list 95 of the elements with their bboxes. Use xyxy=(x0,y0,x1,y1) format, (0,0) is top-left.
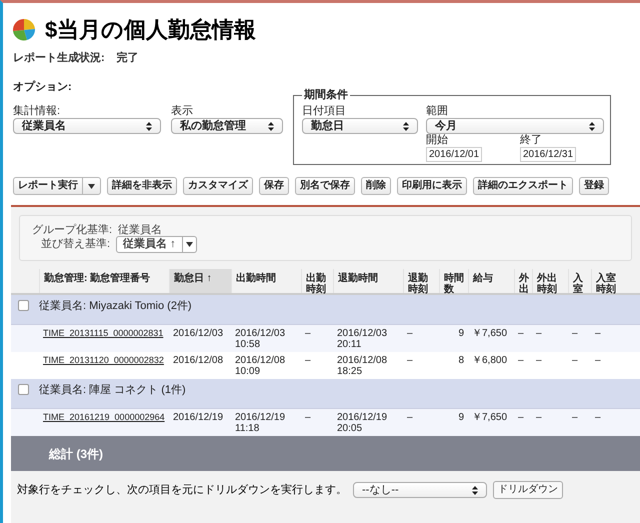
table-cell-text: ￥7,650 xyxy=(471,328,508,341)
record-link[interactable]: TIME_20131120_0000002832 xyxy=(39,355,169,379)
table-cell-text: – xyxy=(406,412,414,425)
field-label: 範囲 xyxy=(426,105,449,118)
toolbar-button[interactable]: カスタマイズ xyxy=(183,177,253,195)
status-value: 完了 xyxy=(116,50,139,66)
column-header[interactable]: 入室 xyxy=(568,269,591,293)
table-cell-text: – xyxy=(594,328,602,341)
table-cell-text: – xyxy=(406,328,414,341)
field-label: 表示 xyxy=(171,105,194,118)
group-label: 従業員名: Miyazaki Tomio (2件) xyxy=(39,300,192,314)
sort-field-button[interactable]: 従業員名 ↑ xyxy=(116,236,183,253)
run-report-button[interactable]: レポート実行 xyxy=(13,177,83,195)
table-cell-text: – xyxy=(594,355,602,368)
table-cell-text: 9 xyxy=(457,328,465,341)
table-cell-text: – xyxy=(535,328,543,341)
table-cell-text: – xyxy=(517,412,525,425)
column-header[interactable]: 給与 xyxy=(468,269,514,293)
table-cell-text: – xyxy=(594,412,602,425)
column-header[interactable]: 外出時刻 xyxy=(532,269,568,293)
table-cell-text: 2016/12/08 xyxy=(172,355,224,368)
column-header[interactable]: 出勤時間 xyxy=(231,269,301,293)
dropdown[interactable]: 勤怠日 xyxy=(302,118,418,134)
total-label: 総計 (3件) xyxy=(49,447,103,461)
field-label: 開始 xyxy=(426,134,449,147)
drilldown-instruction: 対象行をチェックし、次の項目を元にドリルダウンを実行します。 xyxy=(17,482,347,498)
date-field[interactable]: 2016/12/01 xyxy=(426,147,482,162)
column-header[interactable]: 退勤時間 xyxy=(333,269,403,293)
toolbar-button[interactable]: 詳細のエクスポート xyxy=(473,177,573,195)
table-cell-text: 2016/12/03 xyxy=(172,328,224,341)
table-cell-text: – xyxy=(304,328,312,341)
updown-arrows-icon xyxy=(146,122,152,130)
record-link[interactable]: TIME_20161219_0000002964 xyxy=(39,412,169,436)
table-cell-text: 8 xyxy=(457,355,465,368)
table-cell-text: – xyxy=(304,412,312,425)
sort-by-label: 並び替え基準: xyxy=(41,237,110,252)
column-header[interactable]: 勤怠日 ↑ xyxy=(169,269,231,293)
table-cell-text: ￥6,800 xyxy=(471,355,508,368)
field-label: 終了 xyxy=(520,134,543,147)
updown-arrows-icon xyxy=(589,122,595,130)
field-label: 集計情報: xyxy=(13,105,62,118)
table-cell-text: 2016/12/03 10:58 xyxy=(234,328,286,352)
group-by-value: 従業員名 xyxy=(118,224,162,236)
updown-arrows-icon xyxy=(472,486,478,494)
toolbar-button[interactable]: 削除 xyxy=(361,177,391,195)
page-title: $当月の個人勤怠情報 xyxy=(45,16,256,44)
table-cell-text: – xyxy=(571,328,579,341)
table-cell-text: 2016/12/08 10:09 xyxy=(234,355,286,379)
toolbar-button[interactable]: 詳細を非表示 xyxy=(107,177,177,195)
table-cell-text: – xyxy=(571,355,579,368)
toolbar-button[interactable]: 保存 xyxy=(259,177,289,195)
toolbar-button[interactable]: 印刷用に表示 xyxy=(397,177,467,195)
dropdown[interactable]: 私の勤怠管理 xyxy=(171,118,283,134)
updown-arrows-icon xyxy=(268,122,274,130)
caret-icon xyxy=(88,184,95,188)
updown-arrows-icon xyxy=(403,122,409,130)
dropdown[interactable]: 今月 xyxy=(426,118,604,134)
dropdown-button[interactable] xyxy=(83,177,101,195)
toolbar-button[interactable]: 登録 xyxy=(579,177,609,195)
table-cell-text: ￥7,650 xyxy=(471,412,508,425)
table-cell-text: – xyxy=(406,355,414,368)
checkbox[interactable] xyxy=(18,384,29,395)
pie-chart-icon xyxy=(11,18,37,42)
column-header[interactable]: 退勤時刻 xyxy=(403,269,439,293)
table-cell-text: 2016/12/03 20:11 xyxy=(336,328,388,352)
period-legend: 期間条件 xyxy=(302,89,350,102)
dropdown[interactable]: 従業員名 xyxy=(13,118,161,134)
dropdown[interactable]: --なし-- xyxy=(353,482,487,498)
field-label: 日付項目 xyxy=(302,105,347,118)
drilldown-button[interactable]: ドリルダウン xyxy=(493,481,563,499)
status-label: レポート生成状況: xyxy=(13,50,105,66)
column-header[interactable]: 入室時刻 xyxy=(591,269,626,293)
table-cell-text: 2016/12/19 20:05 xyxy=(336,412,388,436)
column-header[interactable]: 外出 xyxy=(514,269,532,293)
table-cell-text: – xyxy=(517,328,525,341)
table-cell-text: 2016/12/08 18:25 xyxy=(336,355,388,379)
table-cell-text: 2016/12/19 xyxy=(172,412,224,425)
checkbox[interactable] xyxy=(18,300,29,311)
group-label: 従業員名: 陣屋 コネクト (1件) xyxy=(39,384,186,398)
column-header[interactable]: 出勤時刻 xyxy=(301,269,333,293)
table-cell-text: – xyxy=(571,412,579,425)
options-label: オプション: xyxy=(13,80,72,94)
table-cell-text: – xyxy=(535,355,543,368)
table-cell-text: 9 xyxy=(457,412,465,425)
group-by-label: グループ化基準: xyxy=(32,224,112,236)
date-field[interactable]: 2016/12/31 xyxy=(520,147,576,162)
table-cell-text: – xyxy=(517,355,525,368)
column-header[interactable]: 時間数 xyxy=(439,269,468,293)
table-cell-text: – xyxy=(535,412,543,425)
table-cell-text: 2016/12/19 11:18 xyxy=(234,412,286,436)
dropdown-button[interactable] xyxy=(182,236,197,253)
table-cell-text: – xyxy=(304,355,312,368)
record-link[interactable]: TIME_20131115_0000002831 xyxy=(39,328,169,352)
toolbar-button[interactable]: 別名で保存 xyxy=(295,177,355,195)
caret-icon xyxy=(186,242,193,247)
